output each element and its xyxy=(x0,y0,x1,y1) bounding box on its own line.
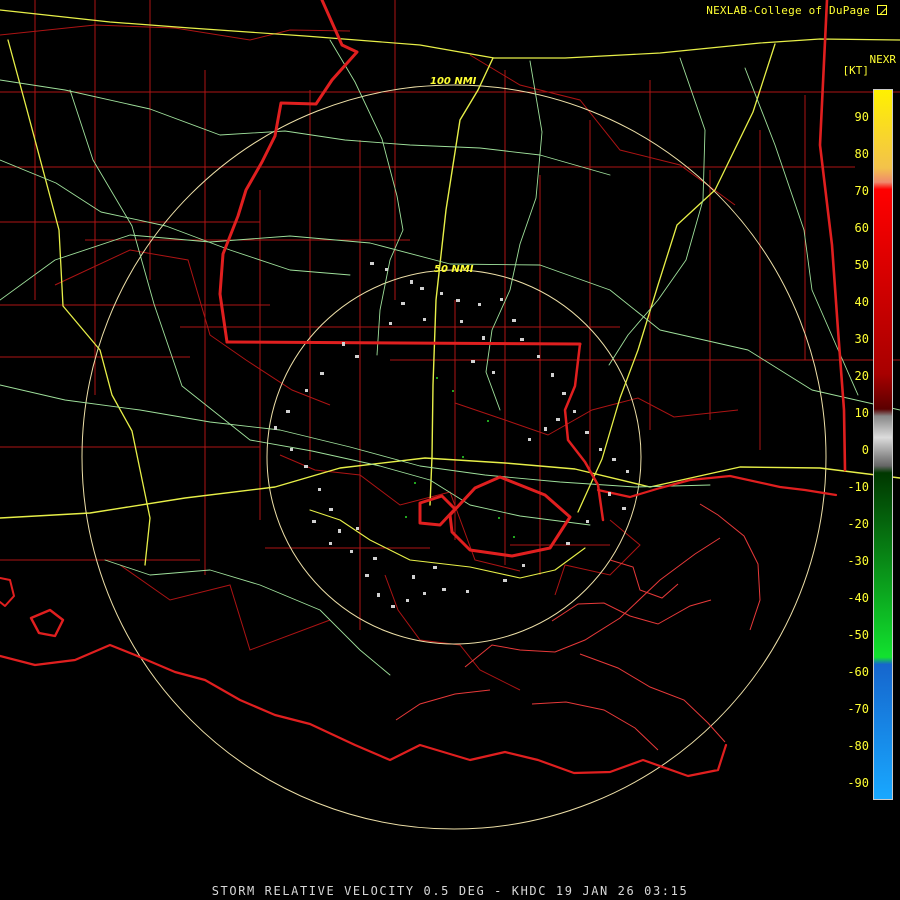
velocity-colorbar xyxy=(873,89,893,800)
velocity-unit-label: [KT] xyxy=(842,64,870,77)
scale-tick-30: 30 xyxy=(854,332,869,346)
scale-tick-minus-30: -30 xyxy=(847,554,869,568)
scale-tick-minus-10: -10 xyxy=(847,480,869,494)
scale-tick-0: 0 xyxy=(861,443,869,457)
scale-tick-minus-60: -60 xyxy=(847,665,869,679)
scale-tick-20: 20 xyxy=(854,369,869,383)
scale-tick-70: 70 xyxy=(854,184,869,198)
radar-product-caption: STORM RELATIVE VELOCITY 0.5 DEG - KHDC 1… xyxy=(211,884,689,898)
velocity-colorbar-gradient xyxy=(874,90,892,799)
external-link-icon[interactable] xyxy=(877,5,887,15)
scale-tick-minus-40: -40 xyxy=(847,591,869,605)
scale-tick-40: 40 xyxy=(854,295,869,309)
scale-tick-50: 50 xyxy=(854,258,869,272)
product-label: NEXR xyxy=(869,53,897,66)
scale-tick-minus-80: -80 xyxy=(847,739,869,753)
nexlab-credit: NEXLAB-College of DuPage xyxy=(706,4,870,17)
scale-tick-60: 60 xyxy=(854,221,869,235)
range-ring-label-100: 100 NMI xyxy=(430,76,477,87)
radar-map: 100 NMI 50 NMI xyxy=(0,0,900,900)
scale-tick-minus-50: -50 xyxy=(847,628,869,642)
scale-tick-minus-90: -90 xyxy=(847,776,869,790)
scale-tick-minus-70: -70 xyxy=(847,702,869,716)
scale-tick-minus-20: -20 xyxy=(847,517,869,531)
scale-tick-80: 80 xyxy=(854,147,869,161)
scale-tick-90: 90 xyxy=(854,110,869,124)
scale-tick-10: 10 xyxy=(854,406,869,420)
